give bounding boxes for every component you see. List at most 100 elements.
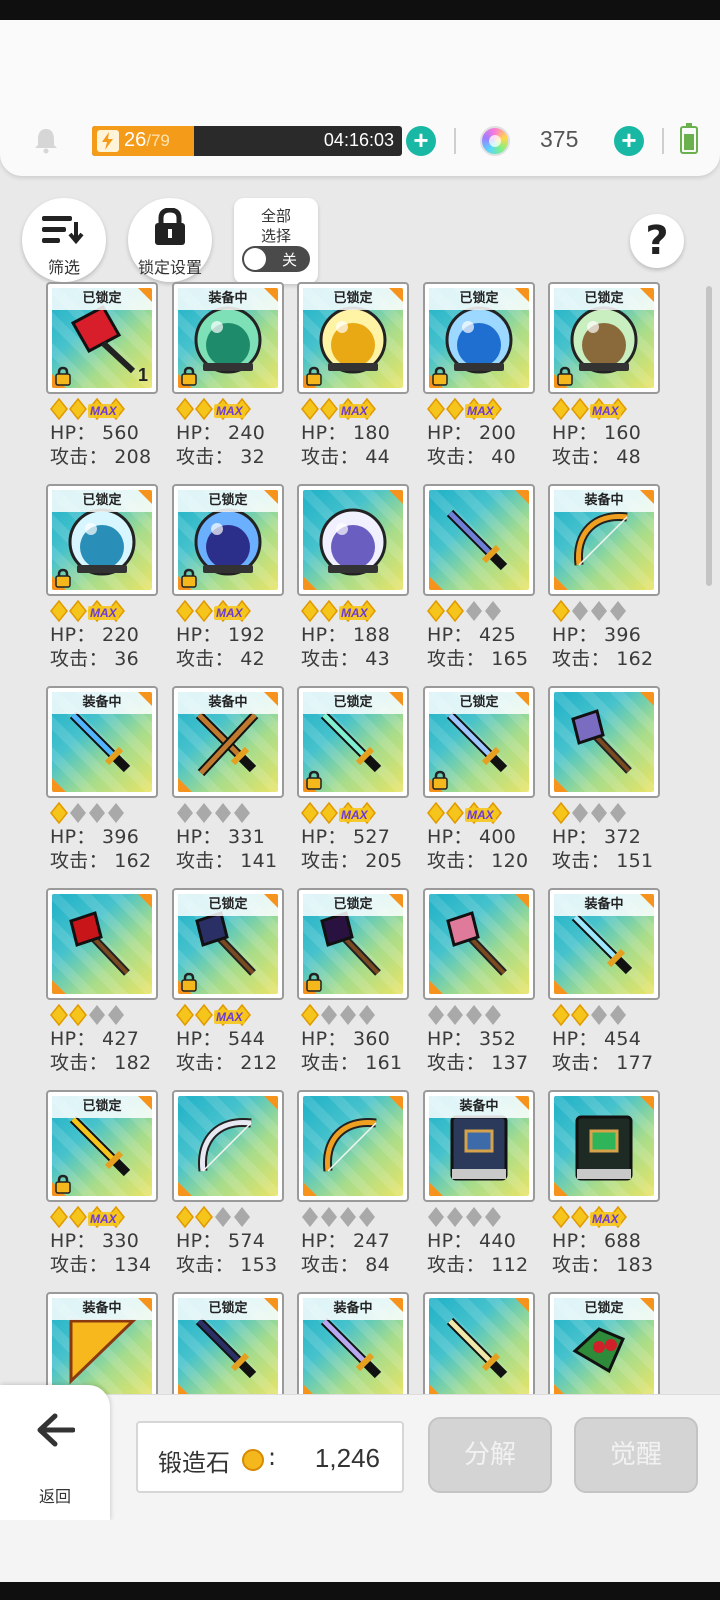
- item-status-label: 已锁定: [178, 894, 278, 916]
- item-attack: 攻击： 120: [427, 850, 529, 872]
- equipment-item[interactable]: 已锁定 MAX HP： 160 攻击： 48: [548, 282, 670, 472]
- equipment-card[interactable]: 已锁定: [46, 484, 158, 596]
- equipment-item[interactable]: 已锁定 1 MAX HP： 560 攻击： 208: [46, 282, 168, 472]
- equipment-item[interactable]: MAX HP： 188 攻击： 43: [297, 484, 419, 674]
- equipment-card[interactable]: 已锁定: [297, 686, 409, 798]
- equipment-item[interactable]: HP： 425 攻击： 165: [423, 484, 545, 674]
- equipment-item[interactable]: 已锁定 MAX HP： 180 攻击： 44: [297, 282, 419, 472]
- equipment-item[interactable]: 已锁定 MAX HP： 220 攻击： 36: [46, 484, 168, 674]
- item-attack: 攻击： 44: [301, 446, 391, 468]
- equipment-card[interactable]: 装备中: [423, 1090, 535, 1202]
- equipment-item[interactable]: 已锁定 MAX HP： 200 攻击： 40: [423, 282, 545, 472]
- equipment-item[interactable]: 已锁定 HP： 360 攻击： 161: [297, 888, 419, 1078]
- small-lock-icon: [306, 770, 322, 790]
- equipment-item[interactable]: 装备中 HP： 454 攻击： 177: [548, 888, 670, 1078]
- max-badge: MAX: [590, 1212, 621, 1226]
- equipment-card[interactable]: [423, 1292, 535, 1394]
- equipment-item[interactable]: HP： 574 攻击： 153: [172, 1090, 294, 1280]
- equipment-item[interactable]: 已锁定 MAX HP： 400 攻击： 120: [423, 686, 545, 876]
- card-corner: [178, 778, 192, 792]
- holly-icon: [565, 1311, 643, 1393]
- equipment-item[interactable]: 装备中 HP： 396 攻击： 162: [548, 484, 670, 674]
- equipment-card[interactable]: 已锁定: [172, 1292, 284, 1394]
- equipment-card[interactable]: 装备中: [46, 686, 158, 798]
- item-status-label: 装备中: [52, 1298, 152, 1320]
- equipment-card[interactable]: [297, 1090, 409, 1202]
- equipment-card[interactable]: [423, 484, 535, 596]
- equipment-item[interactable]: HP： 427 攻击： 182: [46, 888, 168, 1078]
- equipment-item[interactable]: 已锁定: [548, 1292, 670, 1394]
- equipment-card[interactable]: [46, 888, 158, 1000]
- gray-star-icon: [340, 1005, 356, 1025]
- equipment-item[interactable]: 装备中 HP： 396 攻击： 162: [46, 686, 168, 876]
- equipment-item[interactable]: [423, 1292, 545, 1394]
- equipment-card[interactable]: 已锁定: [297, 282, 409, 394]
- card-corner: [389, 288, 403, 302]
- add-gems-button[interactable]: +: [614, 126, 644, 156]
- bell-icon[interactable]: [32, 126, 60, 154]
- equipment-card[interactable]: [423, 888, 535, 1000]
- equipment-card[interactable]: 装备中: [297, 1292, 409, 1394]
- max-badge: MAX: [214, 404, 245, 418]
- equipment-item[interactable]: HP： 372 攻击： 151: [548, 686, 670, 876]
- equipment-item[interactable]: HP： 247 攻击： 84: [297, 1090, 419, 1280]
- equipment-card[interactable]: [297, 484, 409, 596]
- equipment-item[interactable]: 已锁定 MAX HP： 544 攻击： 212: [172, 888, 294, 1078]
- equipment-card[interactable]: 装备中: [46, 1292, 158, 1394]
- grid-scrollbar[interactable]: [706, 286, 712, 586]
- equipment-item[interactable]: 已锁定 MAX HP： 527 攻击： 205: [297, 686, 419, 876]
- item-status-label: 已锁定: [178, 1298, 278, 1320]
- equipment-item[interactable]: 已锁定 MAX HP： 330 攻击： 134: [46, 1090, 168, 1280]
- equipment-card[interactable]: 已锁定: [172, 484, 284, 596]
- equipment-card[interactable]: 已锁定: [423, 686, 535, 798]
- forge-stone-counter: 锻造石 : 1,246: [136, 1421, 404, 1493]
- equipment-item[interactable]: 装备中: [46, 1292, 168, 1394]
- equipment-card[interactable]: 装备中: [172, 282, 284, 394]
- equipment-card[interactable]: [548, 1090, 660, 1202]
- equipment-item[interactable]: 已锁定 MAX HP： 192 攻击： 42: [172, 484, 294, 674]
- back-button[interactable]: 返回: [0, 1385, 110, 1521]
- equipment-card[interactable]: 已锁定: [297, 888, 409, 1000]
- energy-bar: 26/79 04:16:03: [92, 126, 402, 156]
- decompose-button[interactable]: 分解: [428, 1417, 552, 1493]
- equipment-card[interactable]: [548, 686, 660, 798]
- awaken-button[interactable]: 觉醒: [574, 1417, 698, 1493]
- card-background: [429, 894, 529, 994]
- equipment-card[interactable]: 装备中: [548, 888, 660, 1000]
- gold-star-icon: [571, 398, 589, 420]
- gold-star-icon: [50, 600, 68, 622]
- equipment-card[interactable]: 已锁定: [423, 282, 535, 394]
- gray-star-icon: [572, 601, 588, 621]
- equipment-card[interactable]: 已锁定 1: [46, 282, 158, 394]
- item-attack: 攻击： 153: [176, 1254, 278, 1276]
- equipment-card[interactable]: 装备中: [172, 686, 284, 798]
- equipment-card[interactable]: 已锁定: [46, 1090, 158, 1202]
- green-orb-icon: [189, 301, 267, 383]
- help-button[interactable]: ?: [630, 214, 684, 268]
- select-all-toggle[interactable]: 关: [242, 246, 310, 272]
- gold-star-icon: [301, 1004, 319, 1026]
- lock-settings-button[interactable]: 锁定设置: [128, 198, 212, 282]
- equipment-item[interactable]: 装备中 HP： 331 攻击： 141: [172, 686, 294, 876]
- equipment-item[interactable]: 已锁定: [172, 1292, 294, 1394]
- equipment-card[interactable]: 装备中: [548, 484, 660, 596]
- crystal-orb-icon: [314, 503, 392, 585]
- gray-star-icon: [591, 1005, 607, 1025]
- equipment-card[interactable]: 已锁定: [548, 1292, 660, 1394]
- card-background: 装备中: [554, 894, 654, 994]
- item-attack: 攻击： 42: [176, 648, 266, 670]
- equipment-item[interactable]: 装备中 HP： 440 攻击： 112: [423, 1090, 545, 1280]
- equipment-item[interactable]: 装备中: [297, 1292, 419, 1394]
- gray-star-icon: [321, 1207, 337, 1227]
- equipment-card[interactable]: 已锁定: [548, 282, 660, 394]
- gold-star-icon: [427, 600, 445, 622]
- equipment-card[interactable]: 已锁定: [172, 888, 284, 1000]
- equipment-item[interactable]: HP： 352 攻击： 137: [423, 888, 545, 1078]
- equipment-item[interactable]: MAX HP： 688 攻击： 183: [548, 1090, 670, 1280]
- gem-count: 375: [540, 126, 579, 152]
- gold-star-icon: [552, 398, 570, 420]
- add-energy-button[interactable]: +: [406, 126, 436, 156]
- equipment-item[interactable]: 装备中 MAX HP： 240 攻击： 32: [172, 282, 294, 472]
- filter-button[interactable]: 筛选: [22, 198, 106, 282]
- equipment-card[interactable]: [172, 1090, 284, 1202]
